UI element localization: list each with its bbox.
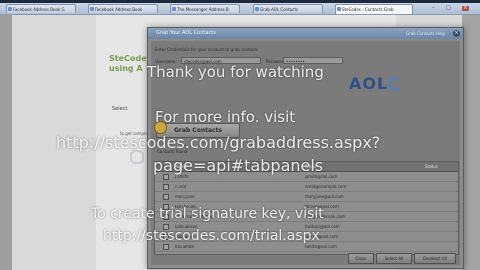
table-row[interactable]: n.reid nreid@example.com — [155, 182, 458, 192]
maximize-icon[interactable]: □ — [445, 6, 452, 11]
contact-email: tbrown@aol.com — [305, 204, 339, 209]
close-icon[interactable]: × — [453, 30, 460, 37]
select-all-button[interactable]: Select All — [376, 253, 412, 264]
row-checkbox[interactable] — [163, 244, 169, 250]
table-row[interactable]: mary.jane maryjane@aol.com — [155, 192, 458, 202]
close-window-icon[interactable]: × — [462, 6, 469, 11]
contact-name: tom.brown — [175, 204, 197, 209]
favicon-icon — [337, 7, 341, 11]
aol-logo: AOL — [349, 74, 389, 93]
browser-tab-strip: Facebook Address Book G Facebook Address… — [0, 3, 480, 15]
loading-icon — [130, 150, 144, 164]
page-select-label: Select — [112, 106, 128, 112]
aol-swirl-icon — [388, 77, 402, 91]
contact-email: jsmith@aol.com — [305, 174, 338, 179]
contact-email: bjones@aol.com — [305, 234, 339, 239]
password-field[interactable]: •••••••• — [283, 57, 343, 64]
minimize-icon[interactable]: – — [430, 6, 437, 11]
tab-label: SteCodes - Contacts Grab — [342, 7, 394, 12]
aol-grab-dialog: Grab Your AOL Contacts Grab Contacts Hel… — [147, 27, 464, 269]
username-field[interactable]: stecodes@aol.com — [181, 57, 261, 64]
table-row[interactable]: kate.wilson kwilson@aol.com — [155, 222, 458, 232]
table-row[interactable]: lisa.white lwhite@aol.com — [155, 242, 458, 252]
row-checkbox[interactable] — [163, 234, 169, 240]
tab-label: Grab AOL Contacts — [260, 7, 298, 12]
row-checkbox[interactable] — [163, 214, 169, 220]
column-header-status[interactable]: Status — [425, 162, 438, 171]
table-row[interactable]: bob.jones bjones@aol.com — [155, 232, 458, 242]
row-checkbox[interactable] — [163, 184, 169, 190]
tab-label: The Messenger Address B — [177, 7, 229, 12]
contact-name: lisa.white — [175, 244, 194, 249]
browser-tab-active[interactable]: SteCodes - Contacts Grab — [335, 4, 413, 14]
column-header-name[interactable]: Name — [175, 162, 187, 171]
browser-tab[interactable]: Facebook Address Book G — [6, 4, 76, 13]
contact-email: nreid@example.com — [305, 184, 347, 189]
row-checkbox[interactable] — [163, 194, 169, 200]
close-button[interactable]: Close — [348, 253, 374, 264]
screen: Facebook Address Book G Facebook Address… — [0, 0, 480, 270]
table-row[interactable]: anderson.company info@anderson.com — [155, 212, 458, 222]
deselect-all-button[interactable]: Deselect All — [414, 253, 456, 264]
browser-tab[interactable]: Grab AOL Contacts — [253, 4, 323, 13]
row-checkbox[interactable] — [163, 224, 169, 230]
dialog-instructions: Enter Credentials for your account to gr… — [155, 47, 258, 52]
favicon-icon — [90, 7, 94, 11]
table-row[interactable]: j.smith jsmith@aol.com — [155, 172, 458, 182]
column-header-email[interactable]: Email — [305, 162, 316, 171]
contacts-table: Name Email Status j.smith jsmith@aol.com… — [154, 161, 459, 255]
favicon-icon — [172, 7, 176, 11]
contact-name: mary.jane — [175, 194, 195, 199]
row-checkbox[interactable] — [163, 204, 169, 210]
grab-contacts-icon — [154, 121, 167, 134]
tab-label: Facebook Address Book — [95, 7, 143, 12]
username-label: Username: — [155, 59, 177, 64]
row-checkbox[interactable] — [163, 174, 169, 180]
page-sample-label: to get sample — [120, 131, 148, 136]
contact-name: j.smith — [175, 174, 189, 179]
contact-email: kwilson@aol.com — [305, 224, 340, 229]
favicon-icon — [255, 7, 259, 11]
contact-email: lwhite@aol.com — [305, 244, 337, 249]
contact-name: n.reid — [175, 184, 187, 189]
dialog-body: Enter Credentials for your account to gr… — [151, 41, 460, 265]
grab-contacts-button[interactable]: Grab Contacts — [156, 123, 240, 138]
favicon-icon — [8, 7, 12, 11]
page-left-margin — [0, 15, 12, 270]
contacts-table-header: Name Email Status — [155, 162, 458, 172]
browser-tab[interactable]: Facebook Address Book — [88, 4, 158, 13]
contact-name: kate.wilson — [175, 224, 198, 229]
tab-label: Facebook Address Book G — [13, 7, 65, 12]
dialog-help-link[interactable]: Grab Contacts Help — [406, 28, 445, 39]
table-row[interactable]: tom.brown tbrown@aol.com — [155, 202, 458, 212]
browser-tab[interactable]: The Messenger Address B — [170, 4, 240, 13]
contact-email: info@anderson.com — [305, 214, 346, 219]
contact-name: anderson.company — [175, 214, 214, 219]
page-right-margin — [462, 15, 480, 270]
contact-name: bob.jones — [175, 234, 195, 239]
contact-email: maryjane@aol.com — [305, 194, 344, 199]
contacts-found-label: Contacts found — [157, 149, 188, 154]
